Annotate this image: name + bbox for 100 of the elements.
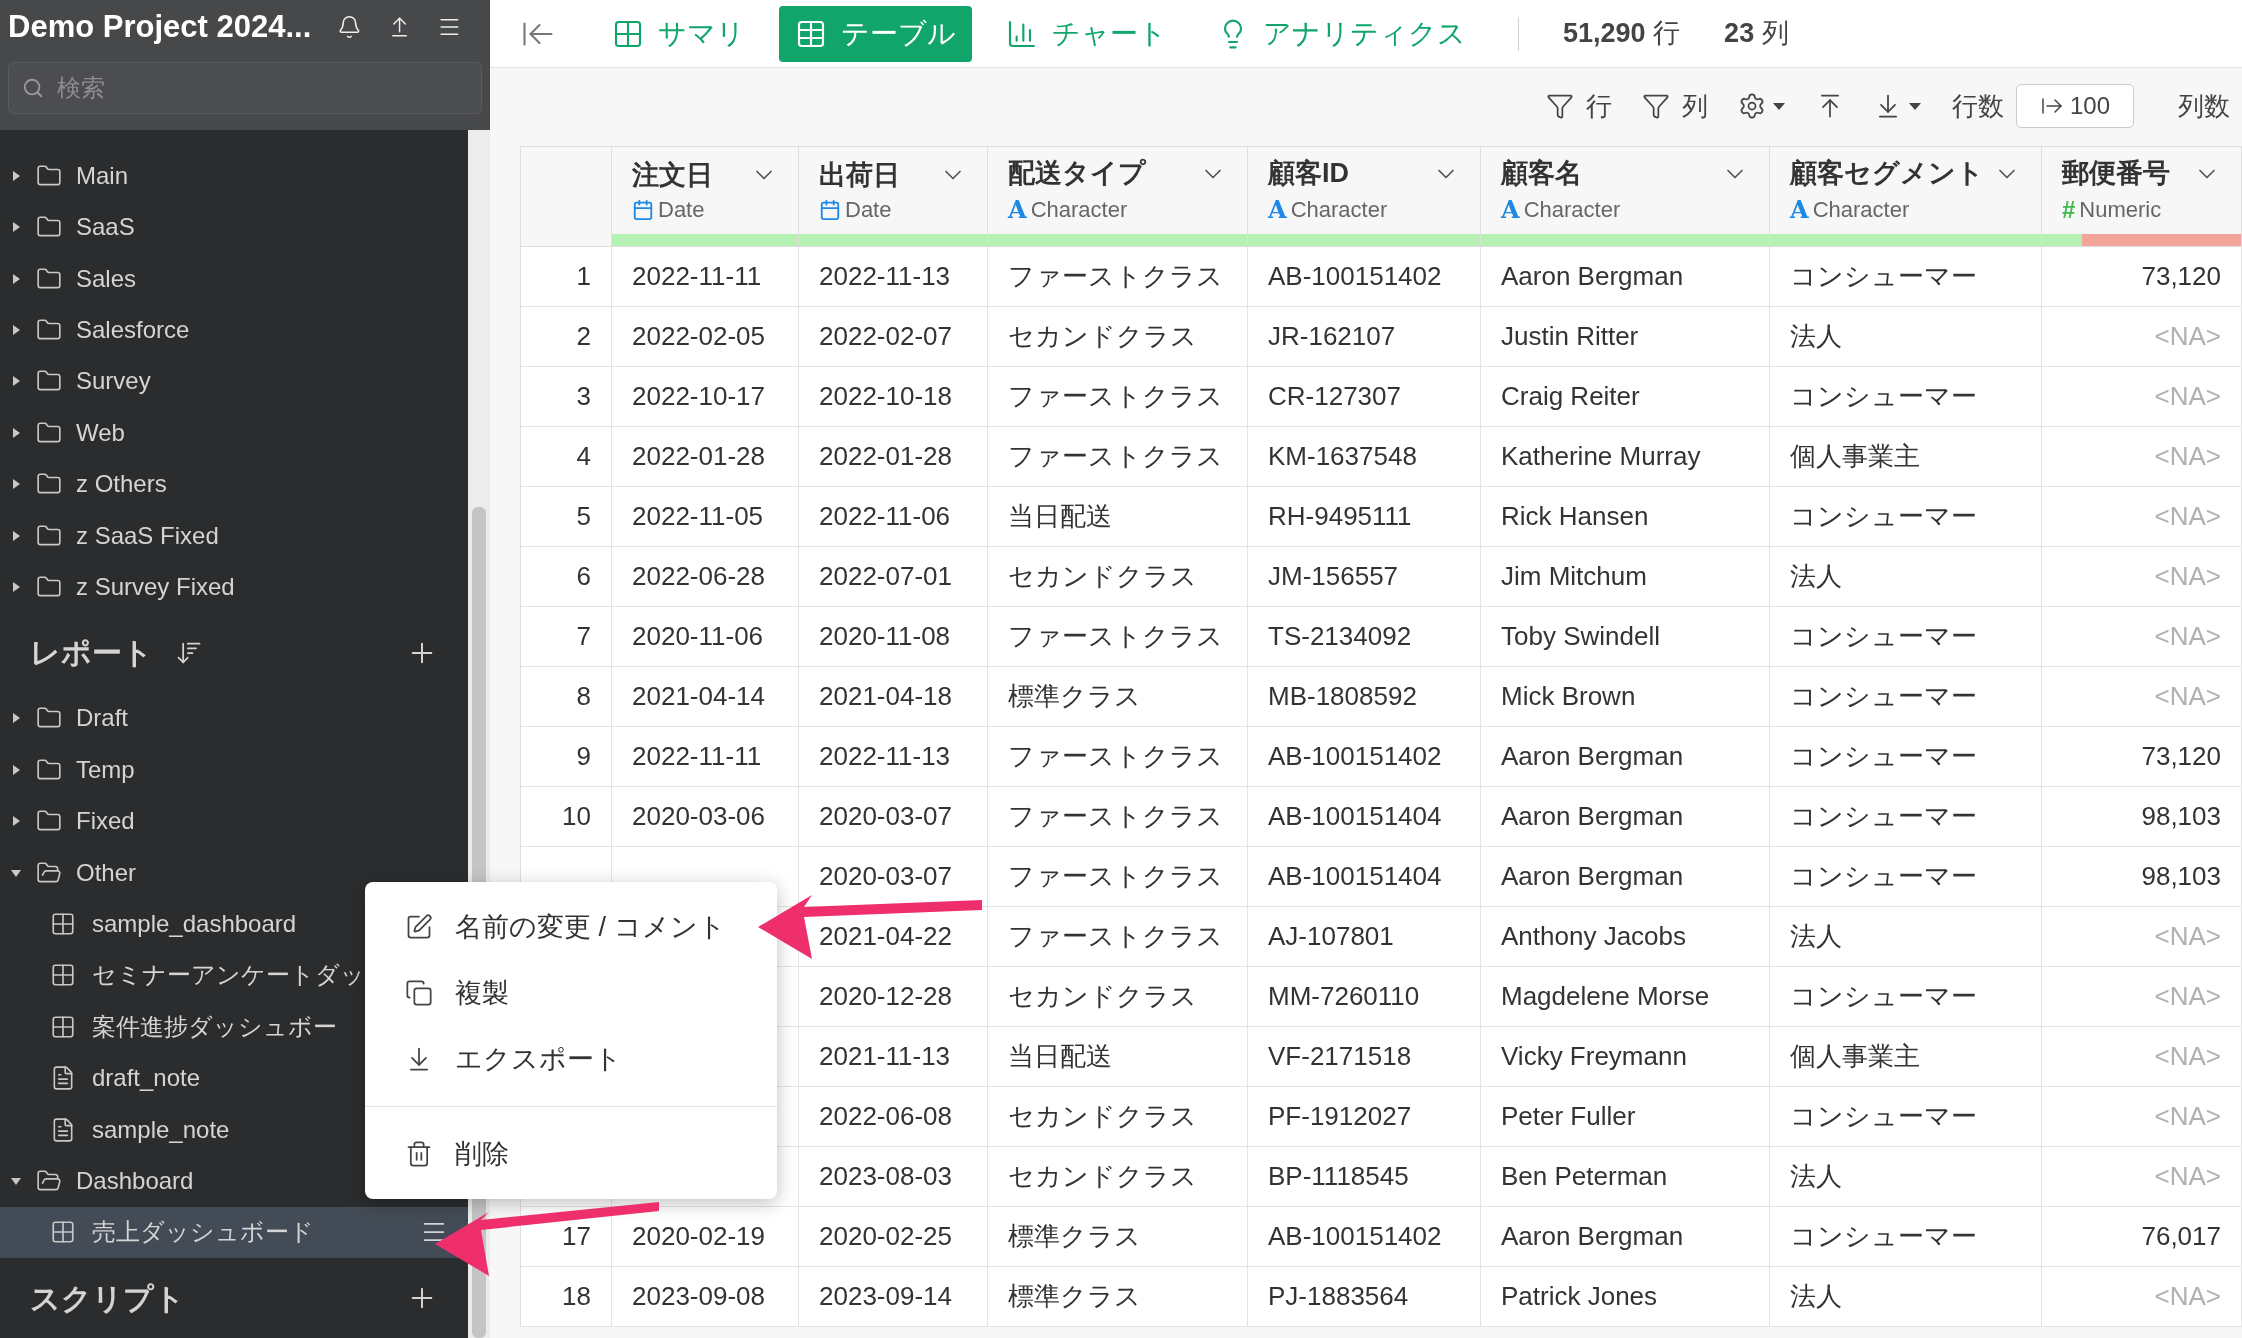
table-cell-text: 2020-11-06 [632,620,764,653]
folder-label[interactable]: z Others [76,466,167,503]
column-type: Date [658,196,705,225]
table-cell-text: AJ-107801 [1268,920,1394,953]
type-symbol: # [2062,194,2076,225]
folder-label[interactable]: Sales [76,260,137,297]
table-cell-text: 73,120 [2141,740,2221,773]
table-cell-text: ファーストクラス [1008,620,1223,653]
caret-right-icon[interactable] [10,323,22,336]
folder-label[interactable]: z SaaS Fixed [76,517,219,554]
folder-label[interactable]: Temp [76,751,135,788]
settings-icon[interactable] [1738,92,1766,120]
table-cell-text: 76,017 [2141,1220,2221,1253]
table-cell-text: Rick Hansen [1501,500,1649,533]
menu-item[interactable]: エクスポート [365,1026,777,1092]
table-cell-text: AB-100151402 [1268,260,1442,293]
caret-right-icon[interactable] [10,375,22,388]
table-cell-text: 98,103 [2141,860,2221,893]
folder-label[interactable]: SaaS [76,209,135,246]
row-number: 9 [576,740,591,773]
table-cell-text: 2020-02-19 [632,1220,765,1253]
column-header[interactable]: 配送タイプ A Character [988,147,1248,246]
type-symbol: A [1268,193,1287,226]
table-cell-text: Patrick Jones [1501,1280,1658,1313]
table-cell-text: AB-100151402 [1268,1220,1442,1253]
table-cell-text: Craig Reiter [1501,380,1640,413]
dropdown-caret-icon[interactable] [1908,101,1922,111]
search-field[interactable]: 検索 [8,62,482,114]
table-cell-text: 2022-11-13 [819,740,951,773]
caret-right-icon[interactable] [10,478,22,491]
caret-right-icon[interactable] [10,272,22,285]
table-cell-text: Aaron Bergman [1501,1220,1684,1253]
column-header[interactable]: 郵便番号 # Numeric [2042,147,2242,246]
folder-label[interactable]: Other [76,854,137,891]
table-cell-text: 98,103 [2141,800,2221,833]
folder-label[interactable]: Web [76,414,125,451]
column-header[interactable]: 注文日 Date [612,147,799,246]
dashboard-icon [50,911,76,937]
menu-item[interactable]: 削除 [365,1121,777,1187]
table-cell-text: 2020-03-07 [819,860,952,893]
row-number: 7 [576,620,591,653]
table-cell-text: セカンドクラス [1008,1100,1197,1133]
column-header[interactable]: 出荷日 Date [799,147,988,246]
table-cell-text: <NA> [2154,320,2221,353]
caret-right-icon[interactable] [10,169,22,182]
column-header[interactable]: 顧客名 A Character [1481,147,1770,246]
column-type: Character [1523,196,1621,225]
menu-item[interactable]: 名前の変更 / コメント [365,894,777,960]
folder-label[interactable]: Main [76,157,129,194]
table-cell-text: 2022-11-11 [632,740,762,773]
caret-right-icon[interactable] [10,712,22,725]
table-cell-text: 当日配送 [1008,500,1112,533]
table-cell-text: PJ-1883564 [1268,1280,1409,1313]
table-cell-text: 2022-11-06 [819,500,951,533]
row-number: 10 [562,800,591,833]
caret-down-icon[interactable] [10,1175,22,1187]
folder-label[interactable]: Draft [76,700,128,737]
table-cell-text: Anthony Jacobs [1501,920,1686,953]
type-symbol: A [1790,193,1809,226]
caret-right-icon[interactable] [10,221,22,234]
caret-right-icon[interactable] [10,763,22,776]
dropdown-caret-icon[interactable] [1772,101,1786,111]
column-filter-button[interactable]: 列 [1642,86,1708,126]
folder-label[interactable]: Salesforce [76,311,190,348]
table-cell-text: <NA> [2154,560,2221,593]
table-cell-text: ファーストクラス [1008,380,1223,413]
folder-label[interactable]: z Survey Fixed [76,568,235,605]
table-cell-text: コンシューマー [1790,800,1977,833]
table-cell-text: 2021-11-13 [819,1040,951,1073]
table-cell-text: KM-1637548 [1268,440,1417,473]
row-filter-button[interactable]: 行 [1546,86,1612,126]
table-cell-text: Aaron Bergman [1501,260,1684,293]
column-header[interactable]: 顧客セグメント A Character [1770,147,2042,246]
report-item[interactable]: 売上ダッシュボード [0,1206,468,1259]
menu-item[interactable]: 複製 [365,960,777,1026]
row-number: 3 [576,380,591,413]
caret-right-icon[interactable] [10,815,22,828]
table-cell-text: <NA> [2154,1160,2221,1193]
table-cell-text: <NA> [2154,1040,2221,1073]
table-cell-text: TS-2134092 [1268,620,1412,653]
table-cell-text: 法人 [1790,920,1842,953]
table-cell-text: Katherine Murray [1501,440,1701,473]
folder-label[interactable]: Fixed [76,803,135,840]
caret-right-icon[interactable] [10,580,22,593]
column-header[interactable]: 顧客ID A Character [1248,147,1481,246]
row-number: 5 [576,500,591,533]
caret-right-icon[interactable] [10,426,22,439]
table-cell-text: AB-100151404 [1268,800,1442,833]
table-cell-text: コンシューマー [1790,1100,1977,1133]
table-cell-text: 2023-08-03 [819,1160,952,1193]
section-title: スクリプト [30,1280,186,1317]
columns-label: 列数 [2178,89,2230,123]
table-cell-text: セカンドクラス [1008,980,1197,1013]
caret-right-icon[interactable] [10,529,22,542]
copy-icon [405,979,433,1007]
table-cell-text: 法人 [1790,1280,1842,1313]
folder-label[interactable]: Dashboard [76,1163,194,1199]
rows-input[interactable]: 100 [2016,84,2134,128]
folder-label[interactable]: Survey [76,363,151,400]
table-cell-text: <NA> [2154,620,2221,653]
